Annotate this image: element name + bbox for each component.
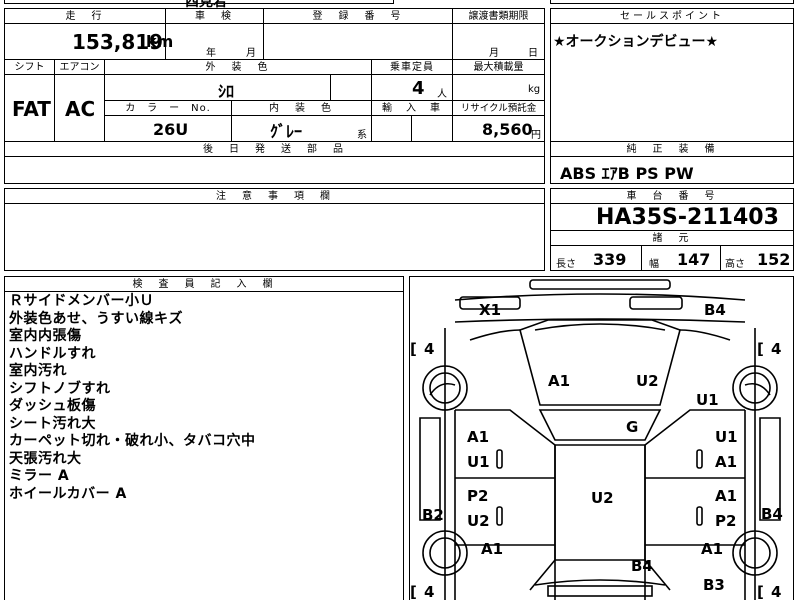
chassis-label: 車 台 番 号 [551, 189, 793, 204]
inspector-note: カーペット切れ・破れ小、タバコ穴中 [9, 433, 256, 449]
import-car-label: 輸 入 車 [372, 101, 452, 116]
recycle-unit: 円 [531, 130, 541, 141]
mark-b2-left: B2 [422, 506, 444, 524]
mark-b4-trunk: B4 [631, 557, 653, 575]
inspector-note: シート汚れ大 [9, 415, 96, 432]
tire-rr-count: 4 [771, 583, 781, 600]
capacity-value: 4 [412, 78, 425, 99]
inspector-label: 検 査 員 記 入 欄 [5, 277, 403, 292]
interior-color-value: ｸﾞﾚｰ [270, 122, 303, 141]
mark-p2-lrear: P2 [467, 487, 488, 505]
exterior-color-value: ｼﾛ [218, 82, 235, 101]
max-load-label: 最大積載量 [453, 60, 544, 75]
spec-height-label: 高さ [725, 259, 745, 270]
mark-b4-top: B4 [704, 301, 726, 319]
aircon-label: エアコン [55, 60, 104, 75]
spec-width-value: 147 [677, 250, 711, 269]
inspector-note: 外装色あせ、うすい線キズ [9, 310, 183, 327]
interior-color-label: 内 装 色 [232, 101, 371, 116]
standard-equipment-label: 純 正 装 備 [551, 142, 793, 157]
mark-b3-bumper: B3 [703, 576, 725, 594]
inspector-note: シフトノブすれ [9, 380, 111, 397]
transfer-month-unit: 月 [489, 48, 499, 59]
mileage-unit: km [146, 32, 174, 51]
caution-label: 注 意 事 項 欄 [5, 189, 544, 204]
interior-color-suffix: 系 [357, 130, 367, 141]
inspector-note: ホイールカバー A [9, 485, 127, 502]
top-fragment-right [550, 0, 794, 4]
aircon-value: AC [65, 97, 96, 121]
recycle-label: リサイクル預託金 [453, 101, 544, 116]
inspector-notes: Ｒサイドメンバー小Ｕ 外装色あせ、うすい線キズ 室内内張傷 ハンドルすれ 室内汚… [9, 293, 256, 503]
tire-rl-count: 4 [424, 583, 434, 600]
spec-length-value: 339 [593, 250, 627, 269]
inspector-note: 室内汚れ [9, 363, 67, 379]
capacity-label: 乗車定員 [372, 60, 452, 75]
exterior-color-label: 外 装 色 [105, 60, 371, 75]
max-load-unit: kg [528, 84, 541, 95]
sales-point-text: ★オークションデビュー★ [553, 34, 719, 50]
mark-u2-lrear: U2 [467, 512, 490, 530]
spec-width-label: 幅 [649, 259, 659, 270]
spec-height-value: 152 [757, 250, 791, 269]
mileage-label: 走 行 [5, 9, 165, 24]
recycle-value: 8,560 [482, 120, 533, 139]
inspector-note: ハンドルすれ [9, 345, 96, 362]
svg-text:[: [ [757, 340, 764, 358]
transfer-day-unit: 日 [528, 48, 538, 59]
svg-text:[: [ [410, 583, 417, 600]
mark-a1-lquarter: A1 [481, 540, 503, 558]
inspection-year-unit: 年 [206, 48, 216, 59]
later-parts-label: 後 日 発 送 部 品 [5, 142, 544, 157]
transfer-docs-label: 譲渡書類期限 [453, 9, 544, 24]
sales-point-block [550, 8, 794, 142]
mark-a1-ldoor-top: A1 [467, 428, 489, 446]
mark-u2-hood: U2 [636, 372, 659, 390]
inspector-note: ミラー A [9, 468, 70, 484]
inspector-note: 室内内張傷 [9, 328, 82, 344]
mark-b4-right: B4 [761, 505, 783, 523]
sales-point-label: セールスポイント [551, 9, 793, 24]
shift-value: FAT [12, 97, 51, 121]
mark-a1-rquarter: A1 [701, 540, 723, 558]
inspector-note: ダッシュ板傷 [9, 398, 96, 414]
mark-a1-rrear: A1 [715, 487, 737, 505]
svg-text:[: [ [410, 340, 417, 358]
mark-a1-rdoor: A1 [715, 453, 737, 471]
mark-u1-fender: U1 [696, 391, 719, 409]
car-diagram: [4 [4 [4 [4 X1 B4 A1 U2 U1 G A1 U1 U1 A1… [410, 279, 783, 600]
color-no-label: カ ラ ー No. [105, 101, 231, 116]
chassis-value: HA35S-211403 [596, 205, 779, 230]
inspection-label: 車 検 [166, 9, 263, 24]
spec-length-label: 長さ [556, 259, 576, 270]
inspector-note: 天張汚れ大 [9, 450, 82, 467]
registration-label: 登 録 番 号 [264, 9, 452, 24]
inspector-note: Ｒサイドメンバー小Ｕ [9, 293, 154, 309]
mark-g-windshield: G [626, 418, 638, 436]
inspection-month-unit: 月 [246, 48, 256, 59]
tire-fl-count: 4 [424, 340, 434, 358]
mark-u1-rdoor-top: U1 [715, 428, 738, 446]
mark-a1-hood: A1 [548, 372, 570, 390]
mark-u2-roof: U2 [591, 489, 614, 507]
capacity-unit: 人 [437, 89, 447, 100]
color-no-value: 26U [153, 120, 189, 139]
standard-equipment-value: ABS ｴｱB PS PW [560, 164, 694, 183]
shift-label: シフト [5, 60, 54, 75]
mark-x1: X1 [479, 301, 501, 319]
mark-p2-rrear: P2 [715, 512, 736, 530]
specs-label: 諸 元 [551, 231, 793, 246]
mark-u1-ldoor: U1 [467, 453, 490, 471]
svg-text:[: [ [757, 583, 764, 600]
tire-fr-count: 4 [771, 340, 781, 358]
